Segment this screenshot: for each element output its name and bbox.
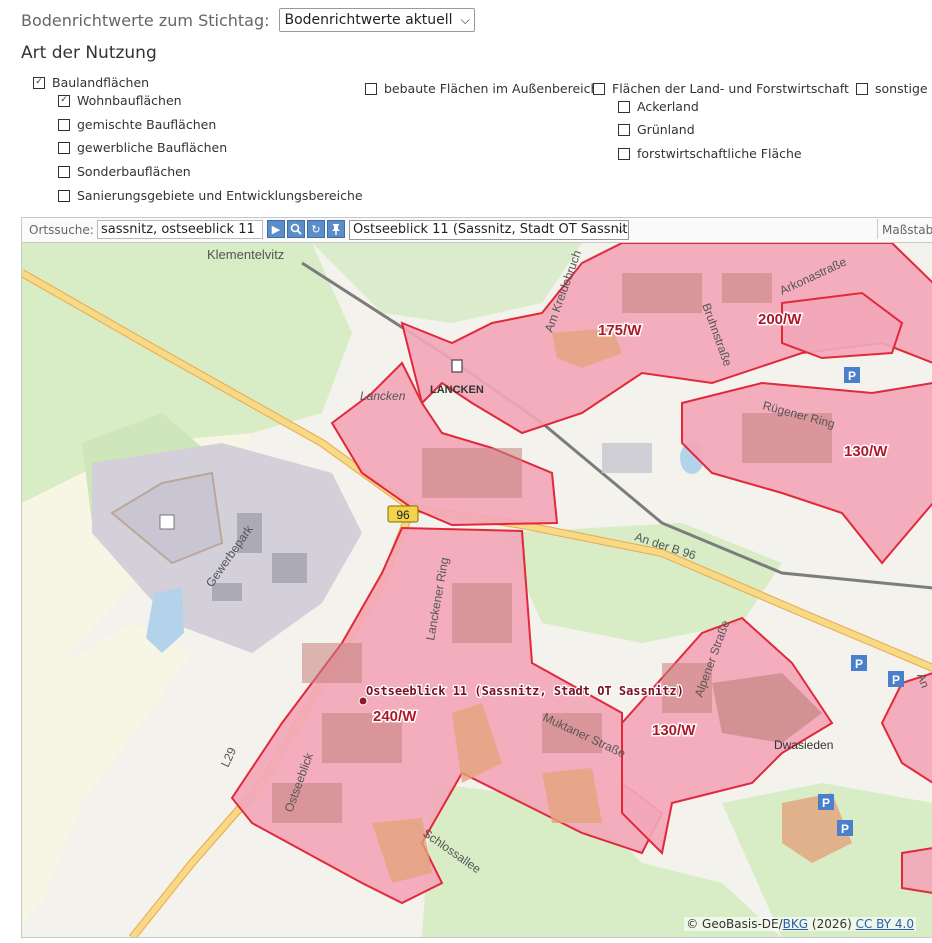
map-view[interactable]: P P P P P 96 Klementelvitz Lancken LANCK…: [21, 243, 932, 938]
place-label: Lancken: [360, 389, 406, 403]
marker-label: Ostseeblick 11 (Sassnitz, Stadt OT Sassn…: [366, 684, 684, 698]
power-icon: [159, 514, 175, 530]
ortsuche-label: Ortssuche:: [29, 223, 94, 237]
checkbox-baulandflaechen[interactable]: ✓ Baulandflächen: [33, 75, 149, 90]
checkbox-sonder[interactable]: Sonderbauflächen: [58, 164, 191, 179]
value-label-175: 175/W: [598, 322, 642, 339]
building-block: [722, 273, 772, 303]
checkbox-landforst[interactable]: Flächen der Land- und Forstwirtschaft: [593, 81, 849, 96]
checkbox-icon[interactable]: [856, 82, 868, 95]
checkbox-label: Flächen der Land- und Forstwirtschaft: [612, 81, 849, 96]
value-label-130a: 130/W: [844, 443, 888, 460]
checkbox-label: sonstige F: [875, 81, 932, 96]
station-icon: [451, 359, 463, 373]
attribution-prefix: © GeoBasis-DE/: [686, 917, 783, 931]
checkbox-checked-icon[interactable]: ✓: [58, 94, 70, 107]
attribution-year: (2026): [808, 917, 856, 931]
parking-label: P: [855, 657, 863, 671]
building-block: [452, 583, 512, 643]
result-select-value: Ostseeblick 11 (Sassnitz, Stadt OT Sassn…: [353, 222, 629, 237]
place-label: LANCKEN: [430, 384, 484, 396]
search-input[interactable]: sassnitz, ostseeblick 11: [97, 220, 263, 239]
checkbox-label: forstwirtschaftliche Fläche: [637, 146, 802, 161]
place-label: Dwasieden: [774, 738, 833, 752]
checkbox-sonstige[interactable]: sonstige F: [856, 81, 932, 96]
checkbox-icon[interactable]: [618, 147, 630, 160]
play-icon[interactable]: ▶: [267, 220, 285, 238]
place-label: Klementelvitz: [207, 247, 284, 262]
checkbox-label: gemischte Bauflächen: [77, 117, 217, 132]
map-attribution: © GeoBasis-DE/BKG (2026) CC BY 4.0: [684, 917, 916, 931]
checkbox-label: Sonderbauflächen: [77, 164, 191, 179]
checkbox-ackerland[interactable]: Ackerland: [618, 99, 699, 114]
value-label-200: 200/W: [758, 311, 802, 328]
checkbox-icon[interactable]: [58, 118, 70, 131]
checkbox-wohnbauflaechen[interactable]: ✓ Wohnbauflächen: [58, 93, 182, 108]
parking-label: P: [848, 369, 856, 383]
massstab-label: Maßstab:1: [877, 219, 932, 239]
checkbox-icon[interactable]: [618, 123, 630, 136]
checkbox-aussenbereich[interactable]: bebaute Flächen im Außenbereich: [365, 81, 598, 96]
building-block: [272, 783, 342, 823]
checkbox-label: bebaute Flächen im Außenbereich: [384, 81, 599, 96]
road-shield-label: 96: [396, 508, 410, 522]
checkbox-icon[interactable]: [58, 165, 70, 178]
nutzung-heading: Art der Nutzung: [21, 43, 157, 63]
search-icon[interactable]: [287, 220, 305, 238]
checkbox-label: Baulandflächen: [52, 75, 150, 90]
checkbox-forst[interactable]: forstwirtschaftliche Fläche: [618, 146, 802, 161]
checkbox-label: Grünland: [637, 122, 695, 137]
value-label-240: 240/W: [373, 708, 417, 725]
checkbox-label: Sanierungsgebiete und Entwicklungsbereic…: [77, 188, 363, 203]
location-marker-icon: [358, 696, 368, 706]
value-label-130b: 130/W: [652, 722, 696, 739]
building-block: [422, 448, 522, 498]
checkbox-label: Wohnbauflächen: [77, 93, 182, 108]
license-link[interactable]: CC BY 4.0: [856, 917, 914, 931]
zone-east-small: [901, 847, 932, 894]
map-toolbar: Ortssuche: sassnitz, ostseeblick 11 ▶ ↻ …: [21, 217, 932, 243]
checkbox-label: gewerbliche Bauflächen: [77, 140, 228, 155]
industrial-building: [602, 443, 652, 473]
stichtag-label: Bodenrichtwerte zum Stichtag:: [21, 10, 270, 30]
parking-label: P: [822, 796, 830, 810]
chevron-down-icon: ⌵: [616, 223, 625, 236]
building-block: [302, 643, 362, 683]
checkbox-gewerbliche[interactable]: gewerbliche Bauflächen: [58, 140, 227, 155]
brown-area: [542, 768, 602, 823]
checkbox-gruenland[interactable]: Grünland: [618, 122, 695, 137]
checkbox-icon[interactable]: [365, 82, 377, 95]
refresh-icon[interactable]: ↻: [307, 220, 325, 238]
checkbox-icon[interactable]: [593, 82, 605, 95]
building-block: [622, 273, 702, 313]
parking-label: P: [841, 822, 849, 836]
pin-icon[interactable]: [327, 220, 345, 238]
industrial-building: [272, 553, 307, 583]
result-select[interactable]: Ostseeblick 11 (Sassnitz, Stadt OT Sassn…: [349, 220, 629, 240]
checkbox-gemischte[interactable]: gemischte Bauflächen: [58, 117, 216, 132]
parking-label: P: [892, 673, 900, 687]
chevron-down-icon: ⌵: [460, 12, 470, 27]
stichtag-row: Bodenrichtwerte zum Stichtag: Bodenricht…: [21, 8, 475, 32]
checkbox-icon[interactable]: [58, 189, 70, 202]
checkbox-label: Ackerland: [637, 99, 699, 114]
checkbox-icon[interactable]: [58, 141, 70, 154]
checkbox-sanierung[interactable]: Sanierungsgebiete und Entwicklungsbereic…: [58, 188, 363, 203]
stichtag-select[interactable]: Bodenrichtwerte aktuell ⌵: [278, 8, 475, 32]
stichtag-select-value: Bodenrichtwerte aktuell: [284, 12, 453, 28]
bkg-link[interactable]: BKG: [783, 917, 808, 931]
checkbox-icon[interactable]: [618, 100, 630, 113]
checkbox-checked-icon[interactable]: ✓: [33, 76, 45, 89]
map-canvas[interactable]: P P P P P 96 Klementelvitz Lancken LANCK…: [22, 243, 932, 938]
